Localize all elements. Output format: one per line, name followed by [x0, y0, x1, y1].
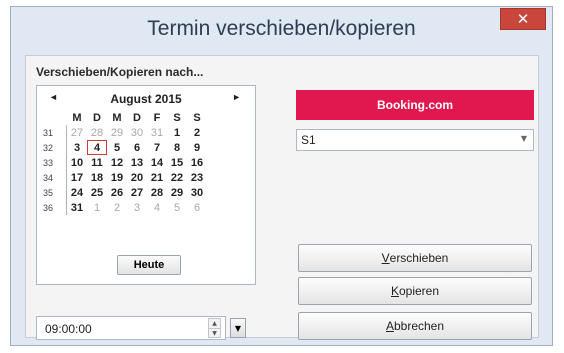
calendar-day[interactable]: 31 — [147, 125, 167, 140]
calendar-day[interactable]: 21 — [147, 170, 167, 185]
time-input[interactable]: 09:00:00 ▲ ▼ — [36, 316, 226, 340]
calendar-day[interactable]: 27 — [127, 185, 147, 200]
select-value: S1 — [301, 133, 316, 147]
calendar-day-selected[interactable]: 4 — [87, 140, 107, 155]
calendar-day[interactable]: 2 — [107, 200, 127, 215]
move-button[interactable]: Verschieben — [298, 244, 532, 272]
copy-button[interactable]: Kopieren — [298, 277, 532, 305]
week-number: 33 — [39, 155, 67, 170]
move-button-label: erschieben — [389, 251, 449, 265]
calendar-header: ◄ August 2015 ► — [37, 92, 255, 108]
week-number: 36 — [39, 200, 67, 215]
calendar-day[interactable]: 20 — [127, 170, 147, 185]
target-select[interactable]: S1 ▼ — [296, 129, 534, 151]
move-button-accesskey: V — [381, 251, 390, 265]
title-bar[interactable]: Termin verschieben/kopieren ✕ — [11, 7, 552, 55]
calendar-day[interactable]: 24 — [67, 185, 87, 200]
day-header-thu: D — [133, 111, 141, 124]
calendar-day[interactable]: 5 — [167, 200, 187, 215]
time-value: 09:00:00 — [45, 322, 92, 336]
calendar-day[interactable]: 29 — [167, 185, 187, 200]
calendar-day[interactable]: 15 — [167, 155, 187, 170]
calendar-day[interactable]: 3 — [127, 200, 147, 215]
cancel-button-accesskey: A — [385, 319, 394, 333]
time-spinner: ▲ ▼ — [208, 318, 221, 338]
calendar-day[interactable]: 26 — [107, 185, 127, 200]
week-number: 32 — [39, 140, 67, 155]
calendar-day[interactable]: 6 — [187, 200, 207, 215]
calendar-day[interactable]: 11 — [87, 155, 107, 170]
calendar-day[interactable]: 1 — [87, 200, 107, 215]
cancel-button-label: bbrechen — [393, 319, 445, 333]
calendar-day[interactable]: 28 — [87, 125, 107, 140]
calendar-day[interactable]: 9 — [187, 140, 207, 155]
close-icon: ✕ — [516, 10, 530, 28]
calendar-grid: M D M D F S S 31 27 28 29 30 31 1 2 32 3… — [39, 110, 207, 215]
calendar-day[interactable]: 12 — [107, 155, 127, 170]
calendar-day[interactable]: 4 — [147, 200, 167, 215]
chevron-down-icon: ▼ — [520, 134, 527, 143]
dialog-window: Termin verschieben/kopieren ✕ Verschiebe… — [10, 6, 553, 346]
calendar-day[interactable]: 17 — [67, 170, 87, 185]
calendar-day[interactable]: 25 — [87, 185, 107, 200]
calendar-day[interactable]: 23 — [187, 170, 207, 185]
today-button[interactable]: Heute — [117, 255, 181, 275]
dialog-title: Termin verschieben/kopieren — [147, 17, 416, 40]
calendar-day[interactable]: 1 — [167, 125, 187, 140]
calendar-month-label[interactable]: August 2015 — [37, 92, 255, 106]
calendar-day[interactable]: 19 — [107, 170, 127, 185]
calendar-day[interactable]: 16 — [187, 155, 207, 170]
chevron-down-icon: ▼ — [234, 323, 242, 333]
week-number: 34 — [39, 170, 67, 185]
calendar-day[interactable]: 8 — [167, 140, 187, 155]
day-header-sun: S — [193, 111, 201, 124]
day-header-wed: M — [112, 111, 122, 124]
day-header-mon: M — [72, 111, 82, 124]
calendar-day[interactable]: 30 — [127, 125, 147, 140]
calendar-day[interactable]: 3 — [67, 140, 87, 155]
calendar-day[interactable]: 31 — [67, 200, 87, 215]
week-number: 31 — [39, 125, 67, 140]
calendar-day[interactable]: 10 — [67, 155, 87, 170]
calendar-day[interactable]: 5 — [107, 140, 127, 155]
time-dropdown-button[interactable]: ▼ — [230, 318, 246, 338]
calendar-day[interactable]: 22 — [167, 170, 187, 185]
day-header-fri: F — [153, 111, 161, 124]
booking-com-banner: Booking.com — [296, 90, 534, 120]
next-month-icon[interactable]: ► — [232, 92, 241, 102]
calendar-day[interactable]: 2 — [187, 125, 207, 140]
spin-up-icon[interactable]: ▲ — [209, 319, 220, 329]
calendar-day[interactable]: 7 — [147, 140, 167, 155]
week-number-header — [39, 110, 67, 125]
spin-down-icon[interactable]: ▼ — [209, 329, 220, 338]
calendar-day[interactable]: 13 — [127, 155, 147, 170]
day-header-tue: D — [93, 111, 101, 124]
calendar-day[interactable]: 27 — [67, 125, 87, 140]
calendar-day[interactable]: 28 — [147, 185, 167, 200]
close-button[interactable]: ✕ — [500, 8, 546, 30]
calendar-day[interactable]: 30 — [187, 185, 207, 200]
calendar-day[interactable]: 14 — [147, 155, 167, 170]
day-header-sat: S — [173, 111, 181, 124]
dialog-content: Verschieben/Kopieren nach... ◄ August 20… — [25, 55, 539, 340]
group-label: Verschieben/Kopieren nach... — [36, 65, 204, 79]
copy-button-accesskey: K — [390, 284, 399, 298]
week-number: 35 — [39, 185, 67, 200]
cancel-button[interactable]: Abbrechen — [298, 312, 532, 340]
calendar-day[interactable]: 29 — [107, 125, 127, 140]
calendar-day[interactable]: 18 — [87, 170, 107, 185]
copy-button-label: opieren — [398, 284, 440, 298]
calendar-day[interactable]: 6 — [127, 140, 147, 155]
calendar: ◄ August 2015 ► M D M D F S S 31 27 28 2… — [36, 85, 256, 285]
